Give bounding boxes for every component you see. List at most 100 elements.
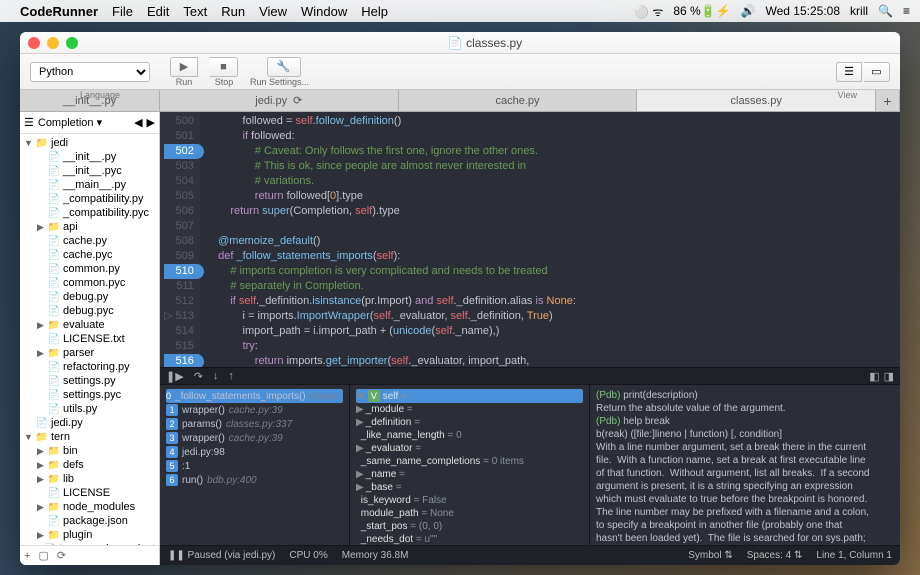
file-tree-item[interactable]: 📄package.json xyxy=(20,514,159,528)
new-folder-icon[interactable]: ▢ xyxy=(38,549,48,562)
menu-edit[interactable]: Edit xyxy=(147,4,169,19)
tab-cache[interactable]: cache.py xyxy=(399,90,638,111)
variable-row[interactable]: ▶_base = xyxy=(356,481,583,494)
variable-row[interactable]: _start_pos = (0, 0) xyxy=(356,520,583,533)
sidebar-toggle-icon[interactable]: ☰ xyxy=(24,116,34,129)
file-tree-item[interactable]: 📄debug.py xyxy=(20,290,159,304)
debug-step-in-icon[interactable]: ↓ xyxy=(213,370,219,382)
file-tree-item[interactable]: ▶📁plugin xyxy=(20,528,159,542)
file-tree-item[interactable]: ▶📁defs xyxy=(20,458,159,472)
sidebar-nav-fwd[interactable]: ▶ xyxy=(147,116,155,129)
stack-frame[interactable]: 5:1 xyxy=(166,459,343,473)
file-tree-item[interactable]: 📄__main__.py xyxy=(20,178,159,192)
variable-row[interactable]: ▶_definition = xyxy=(356,416,583,429)
menu-run[interactable]: Run xyxy=(221,4,245,19)
file-tree-item[interactable]: 📄__init__.py xyxy=(20,150,159,164)
variable-row[interactable]: _like_name_length = 0 xyxy=(356,429,583,442)
file-tree-item[interactable]: 📄cache.pyc xyxy=(20,248,159,262)
file-tree-item[interactable]: 📄__init__.pyc xyxy=(20,164,159,178)
file-tree-item[interactable]: 📄_compatibility.py xyxy=(20,192,159,206)
file-tree-item[interactable]: 📄refactoring.py xyxy=(20,360,159,374)
window-titlebar[interactable]: 📄 classes.py xyxy=(20,32,900,54)
minimize-button[interactable] xyxy=(47,37,59,49)
call-stack[interactable]: 0_follow_statements_imports() classe…1wr… xyxy=(160,385,350,545)
debug-continue-icon[interactable]: ❚▶ xyxy=(166,370,184,383)
code-content[interactable]: followed = self.follow_definition() if f… xyxy=(200,112,900,367)
run-button[interactable]: ▶Run xyxy=(164,57,204,87)
file-tree-item[interactable]: ▶📁node_modules xyxy=(20,500,159,514)
code-editor[interactable]: 500501502503504505506507508509510511512▷… xyxy=(160,112,900,367)
battery-status[interactable]: 86 % 🔋⚡ xyxy=(673,4,730,18)
variable-row[interactable]: ▶_evaluator = xyxy=(356,442,583,455)
file-tree-item[interactable]: ▼📁jedi xyxy=(20,136,159,150)
language-select[interactable]: Python xyxy=(30,62,150,82)
variable-row[interactable]: _needs_dot = u"" xyxy=(356,533,583,545)
debug-step-over-icon[interactable]: ↷ xyxy=(194,370,203,383)
close-button[interactable] xyxy=(28,37,40,49)
run-settings-button[interactable]: 🔧Run Settings... xyxy=(244,57,315,87)
file-tree-item[interactable]: ▶📁lib xyxy=(20,472,159,486)
debug-panel-left-icon[interactable]: ◧ xyxy=(869,370,879,383)
stack-frame[interactable]: 2params() classes.py:337 xyxy=(166,417,343,431)
sidebar-scope-popup[interactable]: Completion ▾ xyxy=(38,116,130,129)
notifications-icon[interactable]: ≡ xyxy=(903,4,910,18)
file-tree-item[interactable]: ▶📁evaluate xyxy=(20,318,159,332)
stack-frame[interactable]: 3wrapper() cache.py:39 xyxy=(166,431,343,445)
file-tree-item[interactable]: 📄LICENSE.txt xyxy=(20,332,159,346)
file-tree-item[interactable]: 📄settings.pyc xyxy=(20,388,159,402)
stack-frame[interactable]: 1wrapper() cache.py:39 xyxy=(166,403,343,417)
variable-row[interactable]: _same_name_completions = 0 items xyxy=(356,455,583,468)
stack-frame[interactable]: 0_follow_statements_imports() classe… xyxy=(166,389,343,403)
zoom-button[interactable] xyxy=(66,37,78,49)
stack-frame[interactable]: 4jedi.py:98 xyxy=(166,445,343,459)
variable-row[interactable]: is_keyword = False xyxy=(356,494,583,507)
debug-console[interactable]: (Pdb) print(description)Return the absol… xyxy=(590,385,900,545)
status-symbol[interactable]: Symbol ⇅ xyxy=(688,550,733,561)
file-tree-item[interactable]: 📄debug.pyc xyxy=(20,304,159,318)
macos-menubar: CodeRunner File Edit Text Run View Windo… xyxy=(0,0,920,22)
variable-row[interactable]: ▼V self = xyxy=(356,389,583,403)
file-tree-item[interactable]: 📄common.pyc xyxy=(20,276,159,290)
file-tree[interactable]: ▼📁jedi📄__init__.py📄__init__.pyc📄__main__… xyxy=(20,134,159,545)
view-mode-split[interactable]: ▭ xyxy=(864,62,890,82)
new-file-icon[interactable]: + xyxy=(24,550,30,562)
menu-window[interactable]: Window xyxy=(301,4,347,19)
view-mode-sidebar[interactable]: ☰ xyxy=(836,62,862,82)
variables-view[interactable]: ▼V self = ▶_module = ▶_definition = _lik… xyxy=(350,385,590,545)
debug-step-out-icon[interactable]: ↑ xyxy=(228,370,234,382)
refresh-icon[interactable]: ⟳ xyxy=(57,549,66,562)
debug-panel-right-icon[interactable]: ◨ xyxy=(884,370,894,383)
file-tree-item[interactable]: ▼📁tern xyxy=(20,430,159,444)
file-tree-item[interactable]: ▶📁api xyxy=(20,220,159,234)
tab-jedi[interactable]: jedi.py ⟳ xyxy=(160,90,399,111)
file-tree-item[interactable]: 📄utils.py xyxy=(20,402,159,416)
file-tree-item[interactable]: ▶📁bin xyxy=(20,444,159,458)
stop-button[interactable]: ■Stop xyxy=(204,57,244,87)
status-spaces[interactable]: Spaces: 4 ⇅ xyxy=(747,550,803,561)
variable-row[interactable]: ▶_name = xyxy=(356,468,583,481)
variable-row[interactable]: ▶_module = xyxy=(356,403,583,416)
variable-row[interactable]: module_path = None xyxy=(356,507,583,520)
menu-text[interactable]: Text xyxy=(183,4,207,19)
file-tree-item[interactable]: 📄jedi.py xyxy=(20,416,159,430)
line-gutter[interactable]: 500501502503504505506507508509510511512▷… xyxy=(160,112,200,367)
app-name[interactable]: CodeRunner xyxy=(20,4,98,19)
sidebar-nav-back[interactable]: ◀ xyxy=(134,116,142,129)
wifi-icon[interactable]: ⚪ ᯤ xyxy=(634,3,663,20)
volume-icon[interactable]: 🔊 xyxy=(741,4,756,18)
file-tree-item[interactable]: 📄cache.py xyxy=(20,234,159,248)
file-tree-item[interactable]: ▶📁parser xyxy=(20,346,159,360)
menu-file[interactable]: File xyxy=(112,4,133,19)
tab-add[interactable]: + xyxy=(876,90,900,111)
status-position[interactable]: Line 1, Column 1 xyxy=(816,550,892,561)
user-name[interactable]: krill xyxy=(850,4,868,18)
file-tree-item[interactable]: 📄LICENSE xyxy=(20,486,159,500)
stack-frame[interactable]: 6run() bdb.py:400 xyxy=(166,473,343,487)
menu-view[interactable]: View xyxy=(259,4,287,19)
file-tree-item[interactable]: 📄settings.py xyxy=(20,374,159,388)
file-tree-item[interactable]: 📄common.py xyxy=(20,262,159,276)
spotlight-icon[interactable]: 🔍 xyxy=(878,4,893,18)
file-tree-item[interactable]: 📄_compatibility.pyc xyxy=(20,206,159,220)
clock[interactable]: Wed 15:25:08 xyxy=(766,4,841,18)
menu-help[interactable]: Help xyxy=(361,4,388,19)
